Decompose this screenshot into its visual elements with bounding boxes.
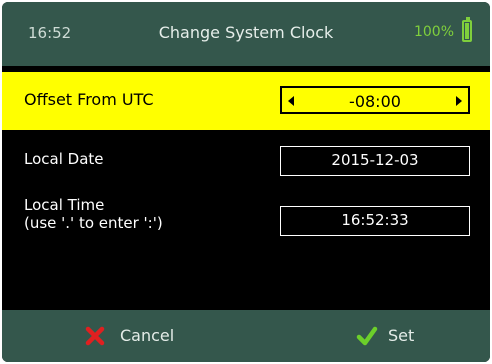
arrow-right-icon[interactable] bbox=[456, 96, 462, 106]
battery-full-icon bbox=[462, 17, 472, 42]
offset-label: Offset From UTC bbox=[24, 90, 154, 109]
offset-from-utc-row[interactable]: Offset From UTC -08:00 bbox=[2, 72, 490, 130]
softkey-bar: Cancel Set bbox=[2, 310, 490, 362]
battery-percent: 100% bbox=[413, 24, 454, 40]
local-time-field[interactable]: 16:52:33 bbox=[280, 206, 470, 236]
checkmark-icon bbox=[356, 326, 378, 346]
local-time-row[interactable]: Local Time (use '.' to enter ':') 16:52:… bbox=[2, 196, 490, 252]
local-time-label: Local Time (use '.' to enter ':') bbox=[24, 196, 163, 232]
x-icon bbox=[85, 326, 105, 346]
local-date-field[interactable]: 2015-12-03 bbox=[280, 146, 470, 176]
local-date-row[interactable]: Local Date 2015-12-03 bbox=[2, 142, 490, 188]
offset-value: -08:00 bbox=[349, 92, 401, 111]
local-time-hint: (use '.' to enter ':') bbox=[24, 214, 163, 232]
set-button[interactable]: Set bbox=[246, 310, 490, 362]
set-label: Set bbox=[388, 326, 415, 345]
local-date-label: Local Date bbox=[24, 150, 104, 168]
cancel-label: Cancel bbox=[120, 326, 175, 345]
offset-spinner[interactable]: -08:00 bbox=[280, 86, 470, 114]
local-time-label-line1: Local Time bbox=[24, 196, 105, 214]
cancel-button[interactable]: Cancel bbox=[2, 310, 246, 362]
title-bar: 16:52 Change System Clock 100% bbox=[2, 2, 490, 66]
device-screen: 16:52 Change System Clock 100% Offset Fr… bbox=[2, 2, 490, 362]
